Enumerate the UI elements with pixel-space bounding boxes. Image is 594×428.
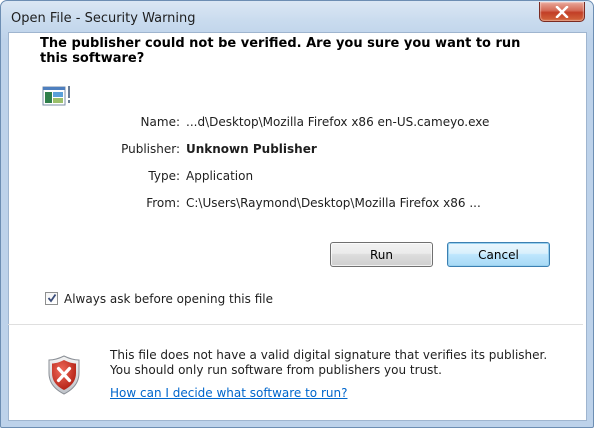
window-title: Open File - Security Warning — [11, 11, 196, 26]
always-ask-label: Always ask before opening this file — [64, 292, 273, 306]
warning-headline: The publisher could not be verified. Are… — [40, 36, 521, 66]
application-icon — [42, 84, 72, 108]
security-shield-error-icon — [47, 355, 81, 399]
always-ask-checkbox[interactable] — [45, 292, 58, 305]
detail-value-from: C:\Users\Raymond\Desktop\Mozilla Firefox… — [186, 196, 481, 210]
detail-row-name: Name: ...d\Desktop\Mozilla Firefox x86 e… — [100, 114, 560, 130]
detail-row-publisher: Publisher: Unknown Publisher — [100, 141, 560, 157]
separator — [8, 324, 583, 325]
signature-warning-text: This file does not have a valid digital … — [110, 348, 548, 377]
detail-value-publisher: Unknown Publisher — [186, 142, 317, 156]
detail-label: From: — [146, 196, 180, 210]
detail-value-name: ...d\Desktop\Mozilla Firefox x86 en-US.c… — [186, 115, 490, 129]
checkmark-icon — [47, 293, 57, 303]
close-x-icon — [555, 6, 569, 18]
detail-value-type: Application — [186, 169, 254, 183]
detail-label: Publisher: — [121, 142, 180, 156]
detail-row-type: Type: Application — [100, 168, 560, 184]
detail-row-from: From: C:\Users\Raymond\Desktop\Mozilla F… — [100, 195, 560, 211]
help-link[interactable]: How can I decide what software to run? — [110, 386, 347, 401]
run-button[interactable]: Run — [330, 242, 433, 267]
detail-label: Name: — [140, 115, 180, 129]
detail-label: Type: — [148, 169, 180, 183]
cancel-button[interactable]: Cancel — [447, 242, 550, 267]
close-button[interactable] — [539, 2, 585, 22]
